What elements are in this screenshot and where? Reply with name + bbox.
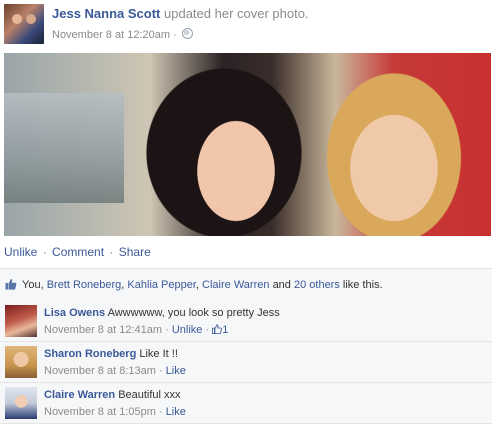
post-header: Jess Nanna Scott updated her cover photo…	[4, 4, 488, 44]
comment-body: Lisa Owens Awwwwww, you look so pretty J…	[44, 307, 280, 319]
action-separator: ·	[109, 245, 114, 259]
likes-text: You, Brett Roneberg, Kahlia Pepper, Clai…	[22, 279, 383, 291]
comment-text: Like It !!	[139, 348, 178, 360]
liker-name[interactable]: Brett Roneberg	[47, 279, 122, 291]
post-meta: November 8 at 12:20am ·	[52, 28, 193, 41]
comment-item: Lisa Owens Awwwwww, you look so pretty J…	[0, 301, 492, 342]
meta-separator: ·	[158, 365, 163, 377]
likes-comma: ,	[121, 279, 125, 291]
author-name[interactable]: Jess Nanna Scott	[52, 6, 160, 21]
commenter-name[interactable]: Lisa Owens	[44, 307, 105, 319]
comment-meta: November 8 at 12:41am · Unlike · 1	[44, 324, 228, 336]
likes-comma: ,	[195, 279, 199, 291]
comment-body: Sharon Roneberg Like It !!	[44, 348, 178, 360]
comment-timestamp[interactable]: November 8 at 8:13am	[44, 365, 156, 377]
commenter-avatar[interactable]	[5, 346, 37, 378]
comment-timestamp[interactable]: November 8 at 12:41am	[44, 324, 162, 336]
thumbs-up-icon	[5, 279, 17, 290]
post-actions: Unlike · Comment · Share	[4, 245, 151, 259]
author-avatar[interactable]	[4, 4, 44, 44]
comment-like-count[interactable]: 1	[222, 324, 228, 336]
meta-separator: ·	[173, 29, 177, 41]
likes-summary: You, Brett Roneberg, Kahlia Pepper, Clai…	[0, 268, 492, 302]
commenter-name[interactable]: Claire Warren	[44, 389, 115, 401]
globe-icon[interactable]	[181, 28, 193, 39]
commenter-name[interactable]: Sharon Roneberg	[44, 348, 136, 360]
comment-item: Sharon Roneberg Like It !! November 8 at…	[0, 342, 492, 383]
thumbs-up-icon[interactable]	[212, 324, 223, 334]
liker-name[interactable]: Claire Warren	[202, 279, 269, 291]
comment-link[interactable]: Comment	[52, 245, 104, 259]
commenter-avatar[interactable]	[5, 387, 37, 419]
likes-you: You,	[22, 279, 44, 291]
liker-name[interactable]: Kahlia Pepper	[127, 279, 196, 291]
comment-timestamp[interactable]: November 8 at 1:05pm	[44, 406, 156, 418]
comment-unlike-link[interactable]: Unlike	[172, 324, 203, 336]
cover-photo[interactable]	[4, 53, 491, 236]
post-action-text: updated her cover photo.	[164, 6, 309, 21]
likes-tail: like this.	[342, 279, 383, 291]
meta-separator: ·	[158, 406, 163, 418]
post-timestamp[interactable]: November 8 at 12:20am	[52, 29, 170, 41]
comment-meta: November 8 at 8:13am · Like	[44, 365, 186, 377]
commenter-avatar[interactable]	[5, 305, 37, 337]
likes-and: and	[272, 279, 291, 291]
meta-separator: ·	[205, 324, 210, 336]
action-separator: ·	[42, 245, 47, 259]
comment-body: Claire Warren Beautiful xxx	[44, 389, 181, 401]
photo-background-road	[4, 93, 124, 203]
comment-item: Claire Warren Beautiful xxx November 8 a…	[0, 383, 492, 424]
meta-separator: ·	[165, 324, 169, 336]
unlike-link[interactable]: Unlike	[4, 245, 37, 259]
comment-text: Awwwwww, you look so pretty Jess	[107, 307, 280, 319]
comment-text: Beautiful xxx	[118, 389, 181, 401]
share-link[interactable]: Share	[119, 245, 151, 259]
likes-others-link[interactable]: 20 others	[294, 279, 340, 291]
post-headline: Jess Nanna Scott updated her cover photo…	[52, 6, 309, 21]
comment-meta: November 8 at 1:05pm · Like	[44, 406, 186, 418]
comment-like-link[interactable]: Like	[166, 406, 186, 418]
comment-like-link[interactable]: Like	[166, 365, 186, 377]
